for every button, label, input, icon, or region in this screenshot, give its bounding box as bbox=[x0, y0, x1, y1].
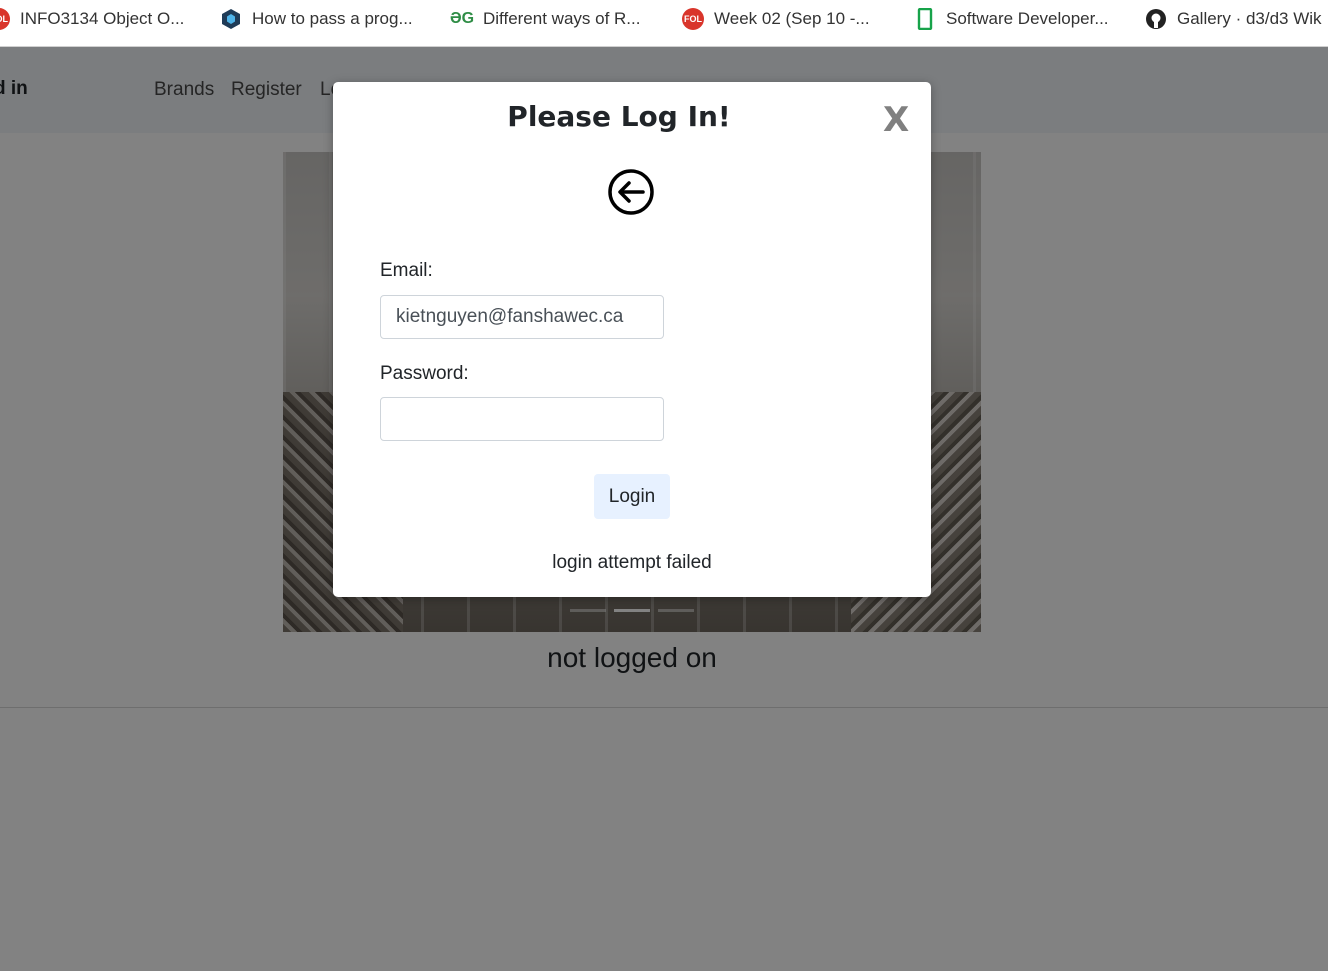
geeksforgeeks-icon: ƏG bbox=[449, 10, 475, 27]
bookmark-item[interactable]: Software Developer... bbox=[914, 6, 1109, 32]
bookmark-label: Gallery · d3/d3 Wik bbox=[1177, 9, 1322, 28]
bookmark-label: Software Developer... bbox=[946, 9, 1109, 28]
hexagon-icon bbox=[220, 8, 242, 30]
login-button[interactable]: Login bbox=[594, 474, 670, 519]
login-icon bbox=[608, 169, 654, 215]
bookmark-item[interactable]: FOL INFO3134 Object O... bbox=[0, 6, 184, 32]
bookmark-label: Week 02 (Sep 10 -... bbox=[714, 9, 870, 28]
bookmark-label: How to pass a prog... bbox=[252, 9, 413, 28]
dialog-title: Please Log In! bbox=[507, 100, 731, 133]
fol-icon: FOL bbox=[0, 8, 10, 30]
login-dialog: Please Log In! X Email: Password: Login … bbox=[333, 82, 931, 597]
email-label: Email: bbox=[380, 260, 433, 281]
fol-icon: FOL bbox=[682, 8, 704, 30]
bookmark-item[interactable]: Gallery · d3/d3 Wik bbox=[1145, 6, 1322, 32]
bookmark-label: Different ways of R... bbox=[483, 9, 641, 28]
bookmark-item[interactable]: How to pass a prog... bbox=[220, 6, 413, 32]
bookmarks-bar: FOL INFO3134 Object O... How to pass a p… bbox=[0, 0, 1328, 47]
password-field[interactable] bbox=[380, 397, 664, 441]
login-error-message: login attempt failed bbox=[552, 552, 712, 573]
github-icon bbox=[1145, 8, 1167, 30]
bookmark-label: INFO3134 Object O... bbox=[20, 9, 185, 28]
bookmark-item[interactable]: ƏG Different ways of R... bbox=[449, 6, 641, 32]
close-button[interactable]: X bbox=[883, 100, 909, 140]
phone-icon bbox=[914, 8, 936, 30]
email-field[interactable] bbox=[380, 295, 664, 339]
bookmark-item[interactable]: FOL Week 02 (Sep 10 -... bbox=[682, 6, 870, 32]
password-label: Password: bbox=[380, 363, 469, 384]
